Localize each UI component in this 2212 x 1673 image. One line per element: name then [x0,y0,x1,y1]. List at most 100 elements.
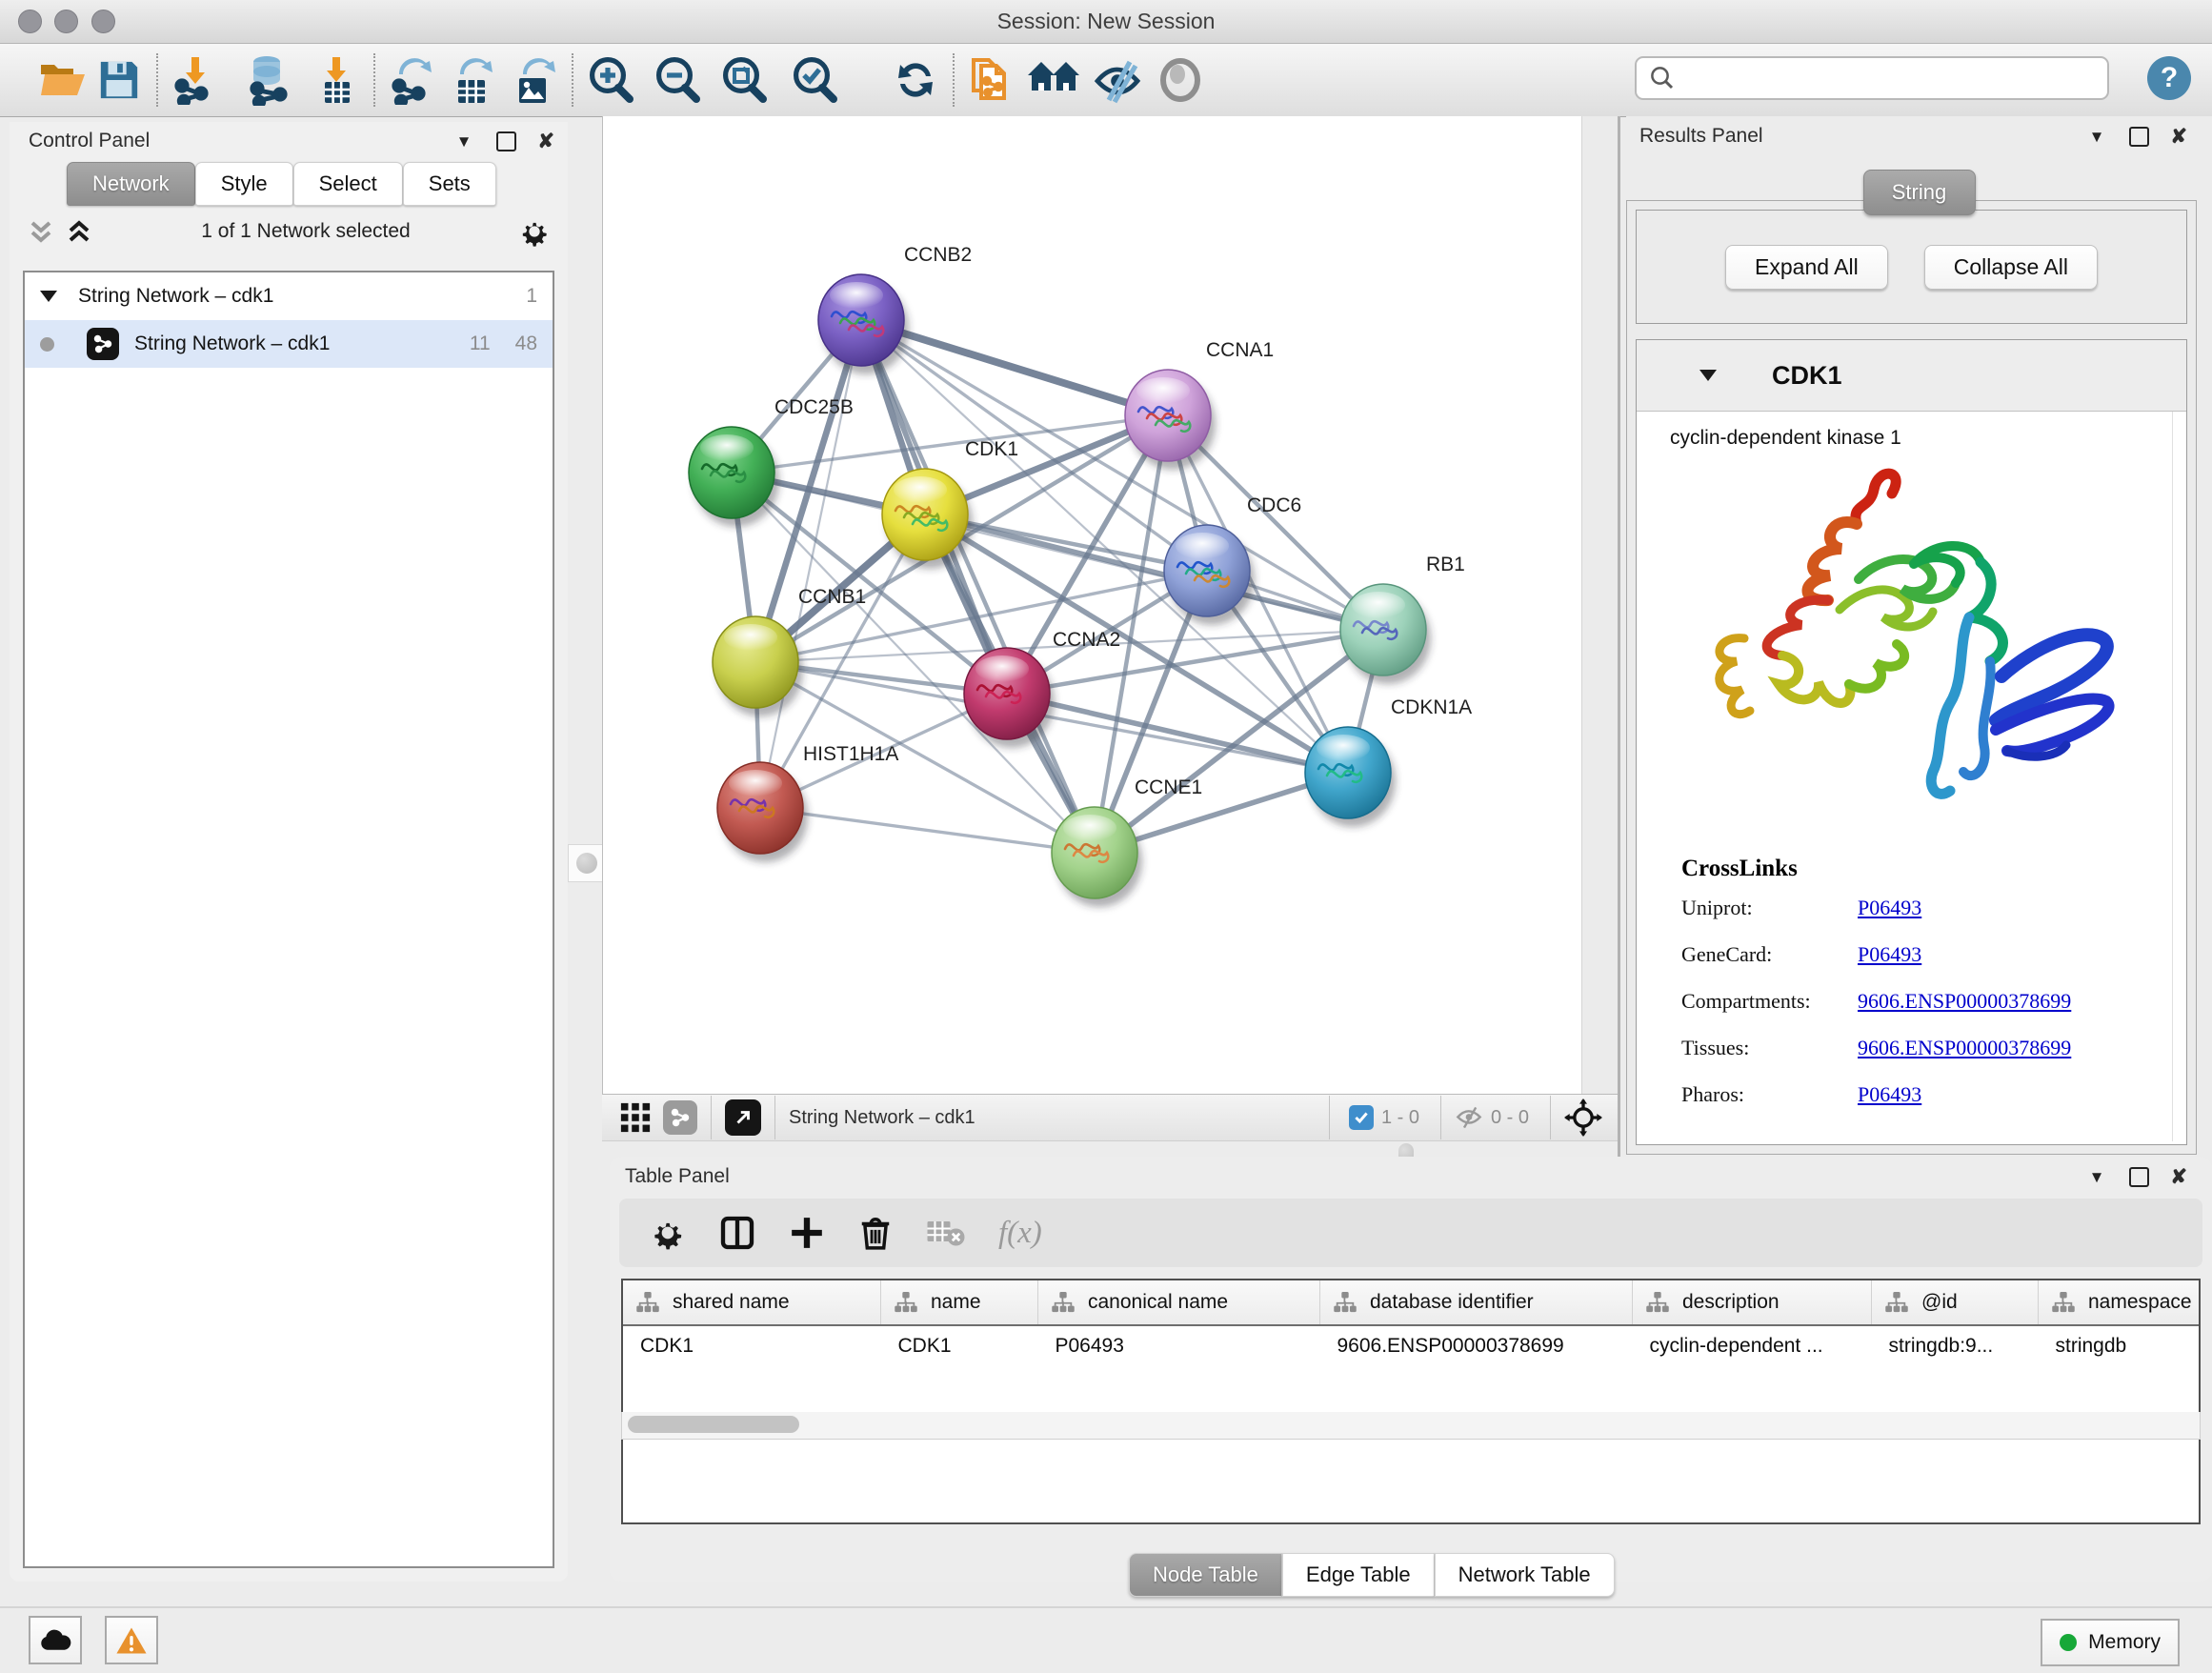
network-scroll-gutter[interactable] [1581,116,1619,1094]
crosslink-value-link[interactable]: P06493 [1858,1082,1921,1107]
function-builder-icon[interactable]: f(x) [998,1216,1042,1251]
network-grid-mode-icon[interactable] [663,1100,697,1135]
crosslink-value-link[interactable]: P06493 [1858,942,1921,967]
results-tab-string[interactable]: String [1863,170,1976,215]
edge-CCNA2-CDKN1A[interactable] [1007,694,1348,773]
panel-menu-icon[interactable]: ▼ [2089,1169,2105,1185]
column-header-shared-name[interactable]: shared name [623,1280,881,1325]
panel-menu-icon[interactable]: ▼ [2089,129,2105,145]
column-header-canonical-name[interactable]: canonical name [1038,1280,1320,1325]
zoom-fit-icon[interactable] [716,52,772,108]
network-collection-row[interactable]: String Network – cdk1 1 [25,272,553,320]
selected-indicator-icon[interactable] [1349,1105,1374,1130]
tab-network[interactable]: Network [67,162,195,206]
hide-selected-icon[interactable] [1090,52,1145,108]
tab-sets[interactable]: Sets [403,162,496,206]
edge-HIST1H1A-CCNE1[interactable] [760,808,1095,853]
tab-select[interactable]: Select [293,162,403,206]
pan-crosshair-icon[interactable] [1564,1099,1602,1137]
table-cell[interactable]: 9606.ENSP00000378699 [1320,1325,1633,1366]
show-columns-icon[interactable] [718,1214,756,1252]
column-header-@id[interactable]: @id [1872,1280,2039,1325]
delete-column-trash-icon[interactable] [857,1215,894,1251]
tab-style[interactable]: Style [195,162,293,206]
open-session-icon[interactable] [36,52,91,108]
tree-expand-icon[interactable] [40,291,57,302]
column-header-description[interactable]: description [1633,1280,1872,1325]
network-row[interactable]: String Network – cdk1 11 48 [25,320,553,368]
home-icon[interactable] [1027,52,1082,108]
node-CDK1[interactable]: CDK1 [882,438,1018,569]
refresh-view-icon[interactable] [888,52,943,108]
collapse-all-icon[interactable] [27,219,55,244]
delete-table-icon[interactable] [926,1217,966,1249]
search-field[interactable] [1635,56,2109,100]
collapse-all-button[interactable]: Collapse All [1924,245,2098,290]
panel-menu-icon[interactable]: ▼ [456,133,473,150]
gene-section-header[interactable]: CDK1 [1637,340,2186,412]
export-image-icon[interactable] [507,52,562,108]
import-network-file-icon[interactable] [168,52,223,108]
table-row[interactable]: CDK1CDK1P064939606.ENSP00000378699cyclin… [623,1325,2201,1366]
memory-button[interactable]: Memory [2041,1619,2180,1666]
expand-all-button[interactable]: Expand All [1725,245,1888,290]
crosslink-value-link[interactable]: 9606.ENSP00000378699 [1858,1036,2071,1060]
panel-float-icon[interactable] [496,131,516,151]
zoom-selected-icon[interactable] [787,52,842,108]
import-network-database-icon[interactable] [240,52,295,108]
birds-eye-view-icon[interactable] [619,1101,652,1134]
tab-network-table[interactable]: Network Table [1435,1553,1615,1597]
tab-edge-table[interactable]: Edge Table [1282,1553,1435,1597]
table-cell[interactable]: stringdb [2039,1325,2202,1366]
warnings-button[interactable] [105,1616,158,1664]
node-CDKN1A[interactable]: CDKN1A [1305,696,1472,827]
edge-CCNB2-CCNE1[interactable] [861,320,1095,853]
save-session-icon[interactable] [91,52,147,108]
node-RB1[interactable]: RB1 [1340,554,1465,684]
cloud-status-button[interactable] [29,1616,82,1664]
table-settings-gear-icon[interactable] [650,1215,686,1251]
preview-lens-icon[interactable] [1153,52,1208,108]
table-cell[interactable]: CDK1 [623,1325,881,1366]
export-table-icon[interactable] [446,52,501,108]
section-collapse-icon[interactable] [1699,370,1717,381]
zoom-out-icon[interactable] [650,52,705,108]
detach-view-icon[interactable] [725,1099,761,1136]
import-table-file-icon[interactable] [309,52,364,108]
copy-network-icon[interactable] [964,52,1019,108]
node-CCNB1[interactable]: CCNB1 [713,586,866,716]
table-cell[interactable]: cyclin-dependent ... [1633,1325,1872,1366]
column-header-database-identifier[interactable]: database identifier [1320,1280,1633,1325]
panel-float-icon[interactable] [2129,127,2149,147]
export-network-icon[interactable] [385,52,440,108]
zoom-in-icon[interactable] [583,52,638,108]
column-header-name[interactable]: name [881,1280,1038,1325]
panel-close-icon[interactable]: ✘ [2170,1165,2187,1189]
node-CCNE1[interactable]: CCNE1 [1052,776,1202,907]
node-CCNB2[interactable]: CCNB2 [818,244,972,374]
panel-close-icon[interactable]: ✘ [2170,125,2187,149]
crosslink-value-link[interactable]: P06493 [1858,896,1921,920]
panel-close-icon[interactable]: ✘ [537,130,554,153]
node-HIST1H1A[interactable]: HIST1H1A [717,743,898,862]
add-column-icon[interactable] [789,1215,825,1251]
tab-node-table[interactable]: Node Table [1129,1553,1282,1597]
edge-CDC6-CCNB1[interactable] [755,571,1207,662]
scrollbar-thumb[interactable] [628,1416,799,1433]
panel-float-icon[interactable] [2129,1167,2149,1187]
search-input[interactable] [1686,67,2107,91]
node-CCNA1[interactable]: CCNA1 [1125,339,1274,470]
table-cell[interactable]: stringdb:9... [1872,1325,2039,1366]
node-CDC25B[interactable]: CDC25B [689,396,854,527]
crosslink-value-link[interactable]: 9606.ENSP00000378699 [1858,989,2071,1014]
table-cell[interactable]: P06493 [1038,1325,1320,1366]
gear-icon[interactable] [518,215,551,248]
network-canvas[interactable]: CCNB2CCNA1CDC25BCDK1CDC6RB1CCNB1CCNA2CDK… [602,116,1582,1094]
column-header-namespace[interactable]: namespace [2039,1280,2202,1325]
help-icon[interactable]: ? [2147,56,2191,100]
expand-all-icon[interactable] [65,219,93,244]
table-horizontal-scrollbar[interactable] [621,1412,2201,1440]
left-splitter-handle[interactable] [568,844,606,882]
hidden-indicator-icon[interactable] [1455,1105,1483,1130]
table-cell[interactable]: CDK1 [881,1325,1038,1366]
